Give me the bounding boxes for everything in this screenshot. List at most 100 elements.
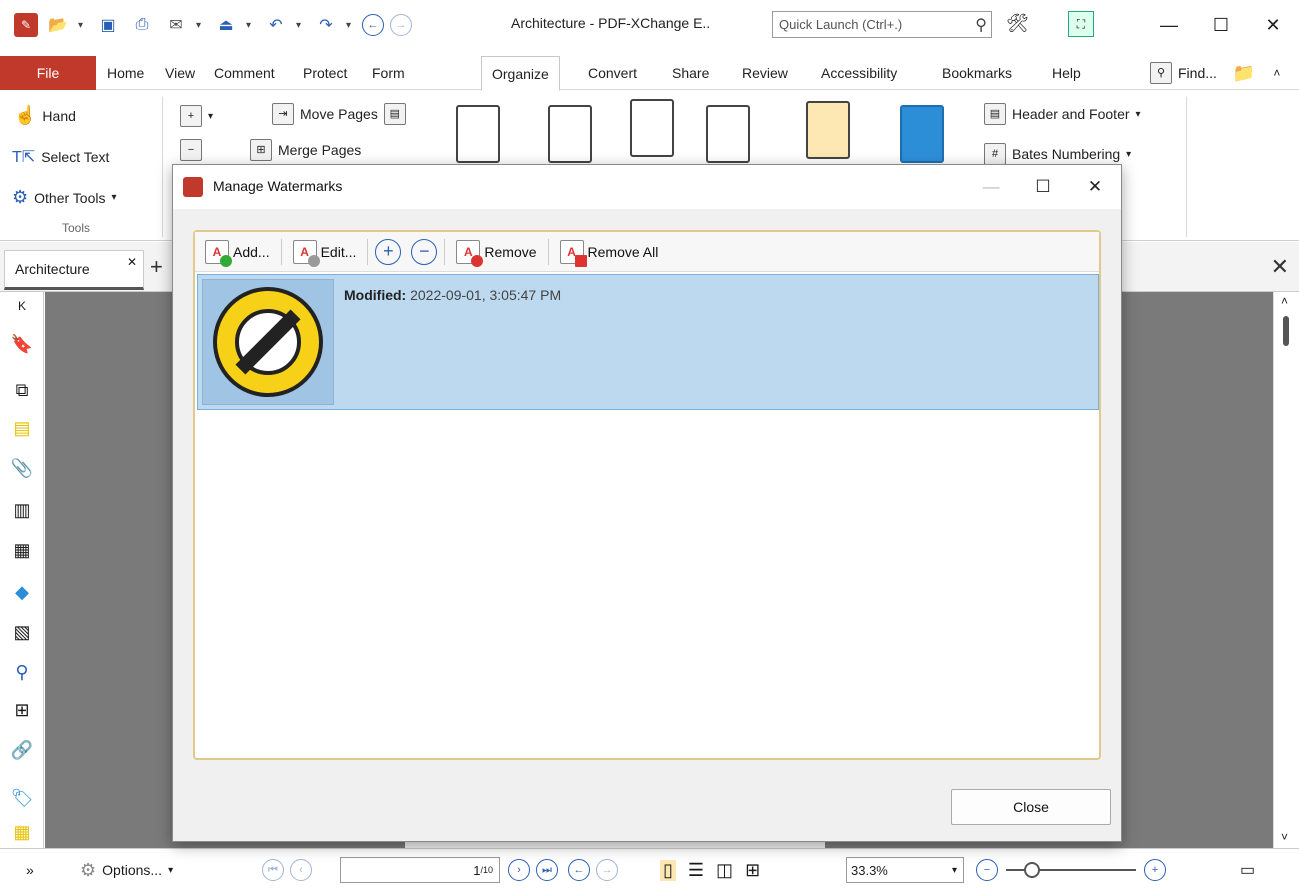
- watermark-list-item[interactable]: Modified: 2022-09-01, 3:05:47 PM: [197, 274, 1099, 410]
- first-page-icon[interactable]: ⏮: [262, 859, 284, 881]
- edit-button[interactable]: A Edit...: [289, 237, 361, 267]
- tab-share[interactable]: Share: [672, 56, 709, 90]
- forward-icon[interactable]: →: [390, 14, 412, 36]
- tab-home[interactable]: Home: [107, 56, 144, 90]
- single-page-icon[interactable]: ▯: [660, 859, 676, 881]
- add-button[interactable]: A Add...: [201, 237, 274, 267]
- fit-page-icon[interactable]: ▭: [1240, 857, 1255, 883]
- delete-pages-button[interactable]: −: [180, 139, 202, 161]
- watermarks-icon[interactable]: [806, 101, 850, 159]
- bates-numbering-button[interactable]: # Bates Numbering ▾: [984, 143, 1131, 165]
- save-icon[interactable]: ▣: [94, 11, 122, 39]
- zoom-slider[interactable]: [1006, 862, 1136, 878]
- open-folder-icon[interactable]: 📂: [44, 11, 72, 39]
- next-view-icon[interactable]: →: [596, 859, 618, 881]
- close-all-tabs-icon[interactable]: ✕: [1271, 254, 1289, 280]
- tab-view[interactable]: View: [165, 56, 195, 90]
- tab-help[interactable]: Help: [1052, 56, 1081, 90]
- remove-button[interactable]: A Remove: [452, 237, 540, 267]
- merge-pages-button[interactable]: ⊞ Merge Pages: [250, 139, 361, 161]
- background-icon[interactable]: [900, 105, 944, 163]
- fullscreen-icon[interactable]: ⛶: [1068, 11, 1094, 37]
- crop-pages-icon[interactable]: [630, 99, 674, 157]
- layers-panel-icon[interactable]: ◆: [10, 580, 34, 604]
- close-icon[interactable]: ✕: [1069, 165, 1121, 209]
- resize-pages-icon[interactable]: [706, 105, 750, 163]
- customize-icon[interactable]: 🛠: [1006, 13, 1029, 34]
- undo-icon[interactable]: ↶: [262, 11, 290, 39]
- thumbnails-panel-icon[interactable]: ⧉: [10, 378, 34, 402]
- tab-review[interactable]: Review: [742, 56, 788, 90]
- move-down-icon[interactable]: −: [411, 238, 438, 265]
- tab-bookmarks[interactable]: Bookmarks: [942, 56, 1012, 90]
- close-icon[interactable]: ✕: [1247, 0, 1299, 50]
- tags-panel-icon[interactable]: 🏷: [10, 786, 34, 810]
- fields-panel-icon[interactable]: ▧: [10, 620, 34, 644]
- expand-icon[interactable]: »: [26, 857, 34, 883]
- redo-icon[interactable]: ↷: [312, 11, 340, 39]
- zoom-select[interactable]: 33.3% ▾: [846, 857, 964, 883]
- chevron-down-icon[interactable]: ▾: [296, 20, 306, 31]
- other-tools-button[interactable]: ⚙ Other Tools ▾: [12, 187, 117, 208]
- links-panel-icon[interactable]: 🔗: [10, 738, 34, 762]
- vertical-scrollbar[interactable]: ˄ ˅: [1273, 292, 1299, 848]
- facing-icon[interactable]: ◫: [716, 860, 733, 881]
- move-up-icon[interactable]: +: [375, 238, 402, 265]
- chevron-down-icon[interactable]: ▾: [196, 20, 206, 31]
- previous-view-icon[interactable]: ←: [568, 859, 590, 881]
- scan-icon[interactable]: ⏏: [212, 11, 240, 39]
- tab-file[interactable]: File: [0, 56, 96, 90]
- select-text-button[interactable]: T⇱ Select Text: [12, 147, 109, 167]
- tab-accessibility[interactable]: Accessibility: [821, 56, 897, 90]
- split-document-icon[interactable]: [456, 105, 500, 163]
- move-pages-button[interactable]: ⇥ Move Pages ▤: [272, 103, 406, 125]
- zoom-out-icon[interactable]: −: [976, 859, 998, 881]
- signatures-panel-icon[interactable]: ▦: [10, 538, 34, 562]
- back-icon[interactable]: ←: [362, 14, 384, 36]
- quick-launch-input[interactable]: Quick Launch (Ctrl+.) ⚲: [772, 11, 992, 38]
- hand-tool-button[interactable]: ☝ Hand: [14, 105, 76, 126]
- chevron-down-icon[interactable]: ▾: [246, 20, 256, 31]
- attachments-panel-icon[interactable]: 📎: [10, 456, 34, 480]
- previous-page-icon[interactable]: ‹: [290, 859, 312, 881]
- scroll-up-icon[interactable]: ˄: [1281, 294, 1288, 308]
- collapse-ribbon-icon[interactable]: ˄: [1273, 66, 1280, 80]
- email-icon[interactable]: ✉: [162, 11, 190, 39]
- rotate-pages-icon[interactable]: [548, 105, 592, 163]
- destinations-panel-icon[interactable]: ⚲: [10, 660, 34, 684]
- new-tab-icon[interactable]: +: [150, 254, 163, 280]
- last-page-icon[interactable]: ⏭: [536, 859, 558, 881]
- structure-panel-icon[interactable]: ⊞: [10, 698, 34, 722]
- collapse-sidebar-icon[interactable]: K: [10, 294, 34, 318]
- comments-panel-icon[interactable]: ▤: [10, 416, 34, 440]
- print-icon[interactable]: ⎙: [128, 11, 156, 39]
- facing-continuous-icon[interactable]: ⊞: [745, 860, 760, 881]
- close-button[interactable]: Close: [951, 789, 1111, 825]
- options-button[interactable]: ⚙ Options... ▾: [80, 857, 173, 883]
- scroll-thumb[interactable]: [1283, 316, 1289, 346]
- zoom-in-icon[interactable]: +: [1144, 859, 1166, 881]
- content-panel-icon[interactable]: ▥: [10, 498, 34, 522]
- close-tab-icon[interactable]: ✕: [127, 255, 137, 269]
- maximize-icon[interactable]: ☐: [1195, 0, 1247, 50]
- maximize-icon[interactable]: ☐: [1017, 165, 1069, 209]
- continuous-icon[interactable]: ☰: [688, 860, 704, 881]
- next-page-icon[interactable]: ›: [508, 859, 530, 881]
- bookmarks-panel-icon[interactable]: 🔖: [10, 332, 34, 356]
- page-number-input[interactable]: 1 / 10: [340, 857, 500, 883]
- chevron-down-icon[interactable]: ▾: [78, 20, 88, 31]
- remove-all-button[interactable]: A Remove All: [556, 237, 663, 267]
- insert-pages-button[interactable]: + ▾: [180, 105, 213, 127]
- zoom-slider-knob[interactable]: [1024, 862, 1040, 878]
- tab-form[interactable]: Form: [372, 56, 405, 90]
- tab-organize[interactable]: Organize: [481, 56, 560, 91]
- minimize-icon[interactable]: —: [1143, 0, 1195, 50]
- scroll-down-icon[interactable]: ˅: [1281, 830, 1288, 844]
- folder-icon[interactable]: 📁: [1233, 63, 1255, 84]
- compare-panel-icon[interactable]: ▦: [10, 820, 34, 844]
- chevron-down-icon[interactable]: ▾: [346, 20, 356, 31]
- tab-protect[interactable]: Protect: [303, 56, 347, 90]
- find-button[interactable]: ⚲ Find... 📁 ˄: [1150, 56, 1280, 90]
- tab-convert[interactable]: Convert: [588, 56, 637, 90]
- document-tab[interactable]: Architecture ✕: [4, 250, 144, 290]
